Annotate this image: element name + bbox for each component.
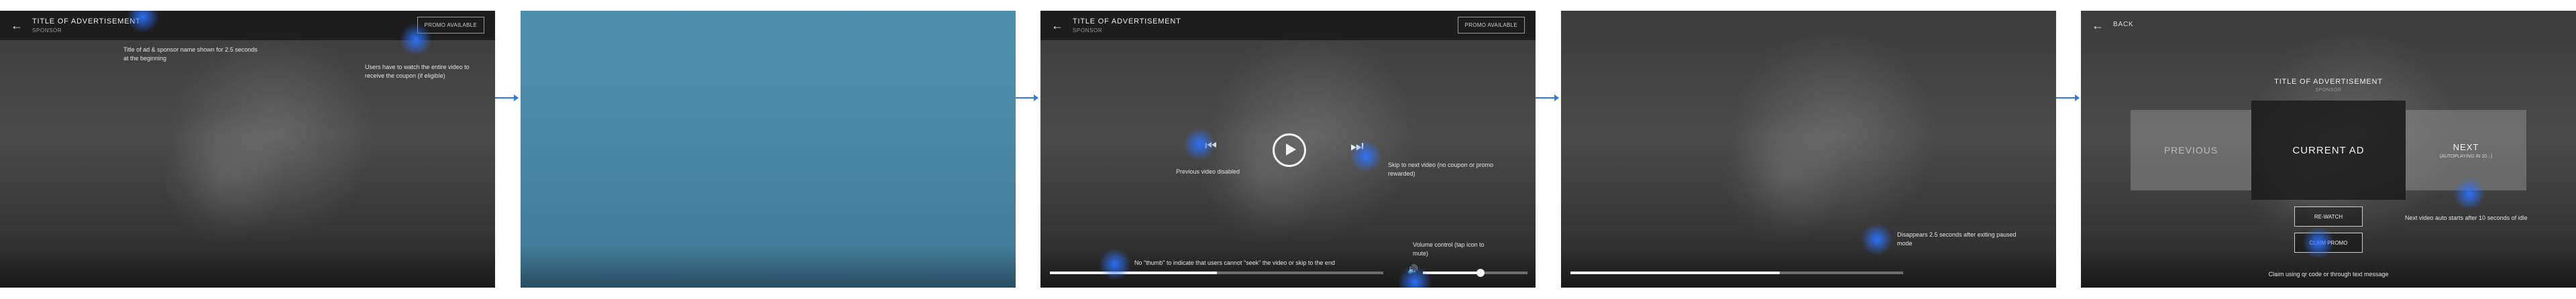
- end-sponsor: SPONSOR: [2315, 88, 2342, 93]
- ad-title: TITLE OF ADVERTISEMENT: [32, 17, 141, 25]
- touch-indicator: [1862, 224, 1892, 255]
- screen-paused: ← TITLE OF ADVERTISEMENT SPONSOR PROMO A…: [1040, 11, 1536, 288]
- ad-sponsor: SPONSOR: [1073, 27, 1103, 34]
- touch-indicator: [2303, 227, 2334, 258]
- screen-intro: ← TITLE OF ADVERTISEMENT SPONSOR PROMO A…: [0, 11, 495, 288]
- back-arrow-icon[interactable]: ←: [1051, 17, 1063, 34]
- annotation-disappear: Disappears 2.5 seconds after exiting pau…: [1897, 231, 2017, 247]
- annotation-prev: Previous video disabled: [1176, 168, 1240, 175]
- current-card[interactable]: CURRENT AD: [2251, 101, 2406, 200]
- current-label: CURRENT AD: [2292, 144, 2365, 156]
- end-title: TITLE OF ADVERTISEMENT: [2274, 78, 2383, 86]
- ad-sponsor: SPONSOR: [32, 27, 62, 34]
- volume-slider[interactable]: [1423, 269, 1527, 277]
- progress-bar: [1050, 272, 1383, 274]
- annotation-volume: Volume control (tap icon to mute): [1413, 241, 1485, 257]
- touch-indicator: [1184, 129, 1215, 160]
- previous-label: PREVIOUS: [2163, 145, 2218, 156]
- progress-bar: [1570, 272, 1903, 274]
- annotation-skip: Skip to next video (no coupon or promo r…: [1388, 162, 1494, 177]
- touch-indicator: [1099, 249, 1130, 280]
- promo-badge[interactable]: PROMO AVAILABLE: [1457, 17, 1525, 34]
- back-arrow-icon[interactable]: ←: [2092, 17, 2104, 34]
- next-autoplay-label: (AUTOPLAYING IN 10...): [2439, 154, 2493, 159]
- previous-card[interactable]: PREVIOUS: [2131, 110, 2251, 190]
- back-arrow-icon[interactable]: ←: [11, 17, 23, 34]
- touch-indicator: [2454, 178, 2485, 209]
- annotation-thumb: No "thumb" to indicate that users cannot…: [1134, 259, 1335, 266]
- next-label: NEXT: [2453, 141, 2479, 152]
- touch-indicator: [400, 24, 431, 55]
- flow-arrow: [495, 95, 519, 101]
- screen-end-card: ← BACK TITLE OF ADVERTISEMENT SPONSOR PR…: [2081, 11, 2576, 288]
- flow-arrow: [1536, 95, 1559, 101]
- annotation-claim: Claim using qr code or through text mess…: [2268, 271, 2389, 278]
- touch-indicator: [1399, 266, 1431, 288]
- screen-overlay[interactable]: [521, 11, 1016, 288]
- top-bar: ← TITLE OF ADVERTISEMENT SPONSOR PROMO A…: [1040, 11, 1536, 40]
- annotation-watch: Users have to watch the entire video to …: [365, 64, 470, 79]
- annotation-sponsor: Title of ad & sponsor name shown for 2.5…: [123, 46, 258, 62]
- screen-playing[interactable]: Disappears 2.5 seconds after exiting pau…: [1561, 11, 2056, 288]
- ad-title: TITLE OF ADVERTISEMENT: [1073, 17, 1181, 25]
- back-label[interactable]: BACK: [2113, 21, 2133, 28]
- flow-arrow: [1016, 95, 1038, 101]
- rewatch-button[interactable]: RE-WATCH: [2294, 206, 2363, 227]
- touch-indicator: [1350, 141, 1381, 172]
- play-icon[interactable]: [1273, 133, 1306, 167]
- flow-arrow: [2056, 95, 2080, 101]
- annotation-autostart: Next video auto starts after 10 seconds …: [2405, 215, 2528, 221]
